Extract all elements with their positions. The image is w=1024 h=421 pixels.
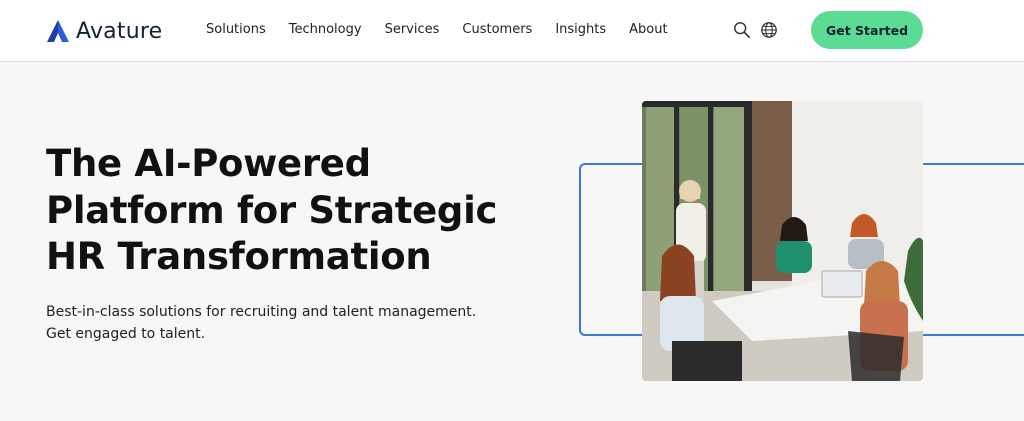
language-button[interactable] [759, 20, 779, 40]
nav-item-technology[interactable]: Technology [289, 22, 362, 37]
get-started-button[interactable]: Get Started [811, 11, 923, 49]
search-icon [734, 22, 751, 39]
nav-item-customers[interactable]: Customers [462, 22, 532, 37]
nav-item-services[interactable]: Services [385, 22, 440, 37]
hero-title-line: HR Transformation [46, 235, 432, 278]
avature-logo-icon [47, 20, 69, 42]
hero-subtitle: Best-in-class solutions for recruiting a… [46, 302, 516, 345]
hero-title-line: The AI-Powered [46, 142, 371, 185]
nav-item-insights[interactable]: Insights [555, 22, 606, 37]
hero-subtitle-line: Get engaged to talent. [46, 325, 206, 342]
brand-name: Avature [76, 18, 163, 44]
hero-title-line: Platform for Strategic [46, 188, 498, 232]
hero-title: The AI-Powered Platform for Strategic HR… [46, 141, 516, 281]
brand-logo[interactable]: Avature [46, 18, 162, 44]
search-button[interactable] [732, 20, 752, 40]
main-nav: Solutions Technology Services Customers … [206, 22, 691, 37]
site-header: Avature Solutions Technology Services Cu… [0, 0, 1024, 62]
globe-icon [761, 22, 777, 38]
nav-item-solutions[interactable]: Solutions [206, 22, 266, 37]
hero-image-meeting [642, 101, 923, 381]
hero-subtitle-line: Best-in-class solutions for recruiting a… [46, 304, 477, 320]
meeting-photo-illustration [642, 101, 923, 381]
nav-item-about[interactable]: About [629, 22, 667, 37]
